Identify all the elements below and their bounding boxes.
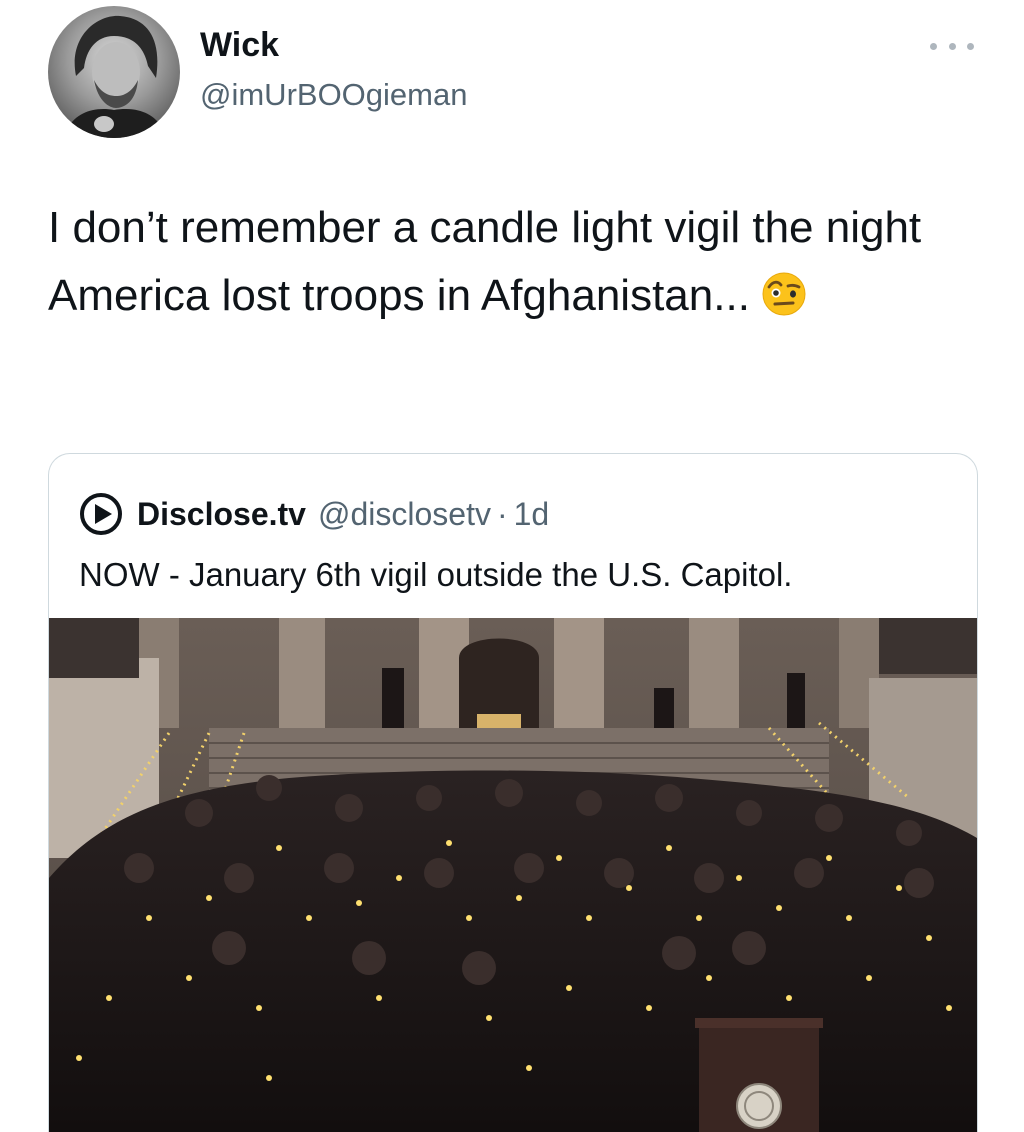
- quoted-tweet-text: NOW - January 6th vigil outside the U.S.…: [79, 556, 793, 593]
- ellipsis-dot: [948, 42, 956, 50]
- face-with-raised-eyebrow-emoji-icon: [762, 272, 806, 316]
- quoted-separator: ·: [496, 495, 508, 532]
- more-options-button[interactable]: [930, 34, 974, 58]
- author-handle[interactable]: @imUrBOOgieman: [200, 77, 467, 113]
- ellipsis-icon: [930, 42, 937, 50]
- quoted-display-name[interactable]: Disclose.tv: [137, 496, 306, 533]
- quoted-handle[interactable]: @disclosetv: [318, 496, 491, 533]
- capitol-vigil-photo: [49, 618, 977, 1132]
- tweet-text: I don’t remember a candle light vigil th…: [48, 194, 988, 330]
- author-display-name[interactable]: Wick: [200, 26, 279, 65]
- quoted-tweet-header: Disclose.tv @disclosetv · 1d: [79, 492, 549, 536]
- ellipsis-dot: [967, 42, 974, 50]
- author-avatar[interactable]: [48, 6, 180, 138]
- quoted-tweet-card[interactable]: Disclose.tv @disclosetv · 1d NOW - Janua…: [48, 453, 978, 1132]
- quoted-timestamp[interactable]: 1d: [514, 496, 550, 533]
- quoted-tweet-media-photo[interactable]: [49, 618, 977, 1132]
- play-circle-logo-icon: [80, 493, 122, 535]
